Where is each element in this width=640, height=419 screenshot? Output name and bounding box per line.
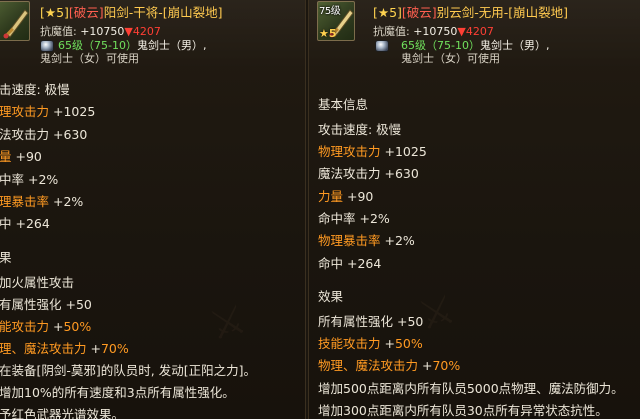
effect-all-element: 所有属性强化 +50	[318, 311, 423, 330]
effect-label: 物理、魔法攻击力	[318, 358, 419, 373]
effect-label: 技能攻击力	[318, 336, 381, 351]
stat-phys-atk: 物理攻击力 +1025	[318, 141, 427, 160]
stat-label: 力量	[318, 189, 344, 204]
star-rank: [★5]	[40, 5, 69, 20]
left-item-tooltip: [★5][破云]阳剑-干将-[崩山裂地] 抗魔值: +10750▼4207 65…	[0, 0, 306, 419]
class-female: 鬼剑士（女）可使用	[401, 52, 500, 65]
stat-value: +2%	[28, 172, 59, 187]
stat-strength: 力量 +90	[318, 186, 373, 205]
item-tag: [破云]	[401, 5, 437, 20]
right-item-tooltip: 75级 ★5 [★5][破云]别云剑-无用-[崩山裂地] 抗魔值: +10750…	[308, 0, 640, 419]
stat-value: +630	[384, 166, 419, 181]
effect-skill-atk: 技能攻击力 +50%	[318, 336, 423, 351]
stat-magic-atk: 魔法攻击力 +630	[318, 163, 419, 182]
effect-value: +50	[65, 297, 92, 312]
stat-value: +1025	[384, 144, 427, 159]
effect-label: 加火属性攻击	[0, 275, 75, 290]
stat-label: 命中率	[318, 211, 356, 226]
item-icon[interactable]	[0, 1, 30, 41]
stat-magic-atk: 法攻击力 +630	[0, 124, 87, 143]
effect-value: 70%	[432, 358, 461, 373]
effect-label: 有属性强化	[0, 297, 62, 312]
effect-label: 所有属性强化	[318, 314, 394, 329]
stat-phys-atk: 理攻击力 +1025	[0, 101, 95, 120]
effect-value: 50%	[63, 319, 92, 334]
effect-value: +50	[397, 314, 424, 329]
effects-title: 效果	[318, 289, 344, 304]
item-icon[interactable]: 75级 ★5	[317, 1, 355, 41]
stat-label: 攻击速度: 极慢	[318, 122, 402, 137]
item-name: [★5][破云]阳剑-干将-[崩山裂地]	[40, 2, 222, 21]
class-female: 鬼剑士（女）可使用	[40, 52, 139, 65]
effect-phys-magic-atk: 物理、魔法攻击力 +70%	[318, 358, 461, 373]
effect-phys-magic-atk: 理、魔法攻击力 +70%	[0, 341, 129, 356]
stat-attack-speed: 击速度: 极慢	[0, 79, 70, 98]
stat-phys-crit: 理暴击率 +2%	[0, 191, 83, 210]
effect-value: 70%	[100, 341, 129, 356]
effect-fire-attack: 加火属性攻击	[0, 272, 74, 291]
stat-strength: 量 +90	[0, 146, 42, 165]
stat-label: 命中	[318, 256, 344, 271]
effect-set-trigger: 在装备[阴剑-莫邪]的队员时, 发动[正阳之力]。	[0, 363, 256, 378]
stat-attack-speed: 攻击速度: 极慢	[318, 119, 401, 138]
stat-value: +90	[15, 149, 42, 164]
stat-label: 理暴击率	[0, 194, 50, 209]
stat-value: +264	[15, 216, 50, 231]
effect-value: 50%	[394, 336, 423, 351]
stat-hit: 命中 +264	[318, 253, 381, 272]
item-title: 别云剑-无用-[崩山裂地]	[436, 5, 568, 20]
stat-label: 魔法攻击力	[318, 166, 381, 181]
effect-status-aura: 增加300点距离内所有队员30点所有异常状态抗性。	[318, 403, 608, 418]
effect-defense-aura: 增加500点距离内所有队员5000点物理、魔法防御力。	[318, 381, 624, 396]
effect-label: 能攻击力	[0, 319, 50, 334]
stat-value: +2%	[384, 233, 415, 248]
stat-hit-rate: 命中率 +2%	[318, 208, 390, 227]
item-tag: [破云]	[68, 5, 104, 20]
item-title: 阳剑-干将-[崩山裂地]	[103, 5, 223, 20]
stat-value: +2%	[53, 194, 84, 209]
stat-label: 物理攻击力	[318, 144, 381, 159]
basic-info-title: 基本信息	[318, 97, 369, 112]
gem-icon	[375, 40, 389, 52]
watermark: ⚔	[204, 296, 252, 350]
stat-value: +2%	[359, 211, 390, 226]
stat-value: +1025	[53, 104, 96, 119]
stat-label: 中率	[0, 172, 25, 187]
stat-label: 中	[0, 216, 12, 231]
star-rank-badge: ★5	[319, 27, 337, 40]
effect-skill-atk: 能攻击力 +50%	[0, 319, 92, 334]
item-name: [★5][破云]别云剑-无用-[崩山裂地]	[373, 2, 568, 21]
effect-label: 理、魔法攻击力	[0, 341, 87, 356]
stat-value: +630	[53, 127, 88, 142]
stat-label: 击速度: 极慢	[0, 82, 70, 97]
stat-value: +264	[347, 256, 382, 271]
class-male: 鬼剑士（男）,	[136, 39, 207, 52]
effect-red-spectrum: 予红色武器光谱效果。	[0, 407, 125, 419]
star-rank: [★5]	[373, 5, 402, 20]
stat-label: 理攻击力	[0, 104, 50, 119]
stat-label: 物理暴击率	[318, 233, 381, 248]
stat-hit: 中 +264	[0, 213, 50, 232]
stat-phys-crit: 物理暴击率 +2%	[318, 230, 415, 249]
sword-icon	[3, 9, 29, 39]
stat-hit-rate: 中率 +2%	[0, 169, 58, 188]
stat-label: 法攻击力	[0, 127, 50, 142]
effect-speed-boost: 增加10%的所有速度和3点所有属性强化。	[0, 385, 235, 400]
stat-label: 量	[0, 149, 12, 164]
stat-value: +90	[347, 189, 374, 204]
effect-all-element: 有属性强化 +50	[0, 294, 92, 313]
effects-title: 果	[0, 250, 12, 265]
